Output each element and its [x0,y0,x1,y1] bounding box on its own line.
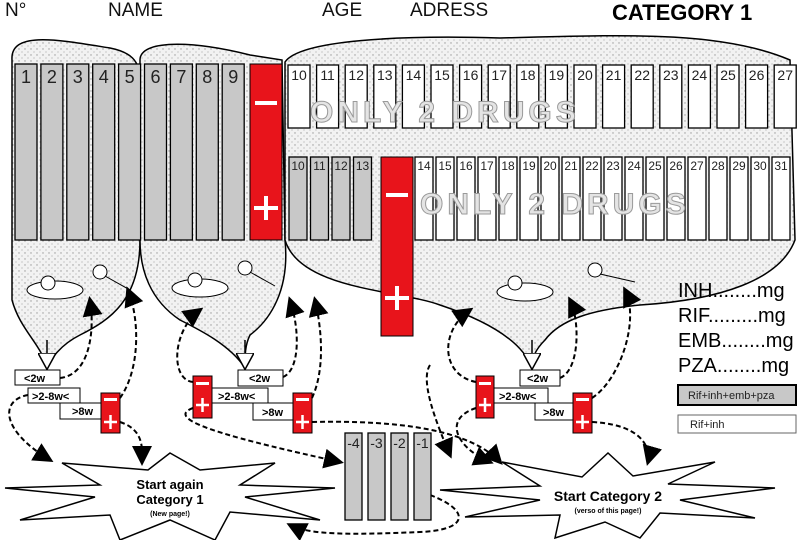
timing-gt8-label: >8w [72,406,94,418]
red-bar-2[interactable] [380,156,414,337]
header-age: AGE [322,0,362,21]
patient-column-label: 8 [202,67,212,87]
row1-column-label: 14 [406,67,422,83]
negative-column-label: -4 [347,435,360,451]
row2-gray-column-label: 13 [356,159,370,173]
row2-gray-column-label: 12 [334,159,348,173]
timing-group-2: <2w >2-8w< >8w [192,369,313,434]
timing-mid-label: >2-8w< [218,391,255,403]
patient-column[interactable] [169,63,194,241]
legend-four-drugs: Rif+inh+emb+pza [688,390,775,402]
header-number: N° [5,0,26,21]
patient-column-label: 4 [99,67,109,87]
patient-column[interactable] [40,63,64,241]
patient-column[interactable] [195,63,219,241]
row2-column-label: 25 [648,159,662,173]
timing-gt8-label: >8w [543,407,565,419]
timing-gt8-label: >8w [262,407,284,419]
patient-column[interactable] [221,63,245,241]
patient-column[interactable] [143,63,168,241]
timing-mid-label: >2-8w< [499,391,536,403]
drug-pza: PZA........mg [678,355,789,377]
patient-column[interactable] [66,63,90,241]
row1-column-label: 12 [348,67,364,83]
row2-column-label: 15 [438,159,452,173]
star1-line2: Category 1 [136,492,203,507]
row1-column-label: 25 [720,67,736,83]
drug-emb: EMB........mg [678,330,794,352]
header-name: NAME [108,0,163,21]
row1-column-label: 17 [491,67,507,83]
timing-lt2-label: <2w [527,373,549,385]
drug-rif: RIF.........mg [678,305,786,327]
row2-column-label: 14 [417,159,431,173]
watermark-row1: ONLY 2 DRUGS [310,96,580,129]
patient-column-label: 7 [176,67,186,87]
negative-column-label: -3 [370,435,383,451]
minus-icon [386,193,408,197]
patient-column[interactable] [117,63,142,241]
patient-column-label: 3 [73,67,83,87]
row2-column-label: 29 [732,159,746,173]
row1-column-label: 13 [377,67,393,83]
watermark-row2: ONLY 2 DRUGS [420,188,690,221]
row2-column-label: 19 [522,159,536,173]
row1-column-label: 11 [320,67,335,83]
patient-column-label: 2 [47,67,57,87]
row1-column-label: 26 [749,67,765,83]
row1-column-label: 10 [291,67,307,83]
legend-two-drugs: Rif+inh [690,419,725,431]
drug-inh: INH........mg [678,280,785,302]
row1-column-label: 23 [663,67,679,83]
patient-column-label: 1 [21,67,31,87]
row2-column-label: 23 [606,159,620,173]
row2-column-label: 28 [711,159,725,173]
header-address: ADRESS [410,0,488,21]
header-category: CATEGORY 1 [612,0,752,25]
row1-column-label: 15 [434,67,450,83]
row2-column-label: 30 [753,159,767,173]
row2-column-label: 21 [564,159,578,173]
row2-gray-column-label: 11 [313,159,326,173]
timing-group-1: <2w >2-8w< >8w [14,369,121,434]
star1-line1: Start again [136,477,203,492]
row1-column-label: 16 [463,67,479,83]
row2-gray-column-label: 10 [291,159,305,173]
timing-lt2-label: <2w [24,373,46,385]
patient-column[interactable] [14,63,38,241]
row1-column-label: 20 [577,67,593,83]
star2-title: Start Category 2 [554,488,662,504]
row2-column-label: 24 [627,159,641,173]
row1-column-label: 19 [549,67,565,83]
minus-icon [255,101,277,105]
patient-column-label: 6 [150,67,160,87]
row2-column-label: 20 [543,159,557,173]
negative-column-label: -2 [393,435,406,451]
star1-note: (New page!) [150,511,190,518]
star2-note: (verso of this page!) [575,508,642,515]
red-bar-1[interactable] [249,63,283,241]
row1-column-label: 24 [692,67,708,83]
row1-column-label: 27 [777,67,793,83]
timing-lt2-label: <2w [249,373,271,385]
row2-column-label: 17 [480,159,494,173]
row2-column-label: 22 [585,159,599,173]
row1-column-label: 21 [606,67,622,83]
row2-column-label: 26 [669,159,683,173]
row1-column-label: 22 [634,67,650,83]
patient-column-label: 9 [228,67,238,87]
negative-column-label: -1 [416,435,429,451]
patient-column-label: 5 [125,67,135,87]
row2-column-label: 27 [690,159,704,173]
timing-group-3: <2w >2-8w< >8w [475,369,593,434]
row2-column-label: 16 [459,159,473,173]
treatment-diagram: N° NAME AGE ADRESS CATEGORY 1 1234567891… [4,0,797,540]
row2-column-label: 18 [501,159,515,173]
patient-column[interactable] [92,63,116,241]
row2-column-label: 31 [774,159,788,173]
row1-column-label: 18 [520,67,536,83]
timing-mid-label: >2-8w< [32,391,69,403]
